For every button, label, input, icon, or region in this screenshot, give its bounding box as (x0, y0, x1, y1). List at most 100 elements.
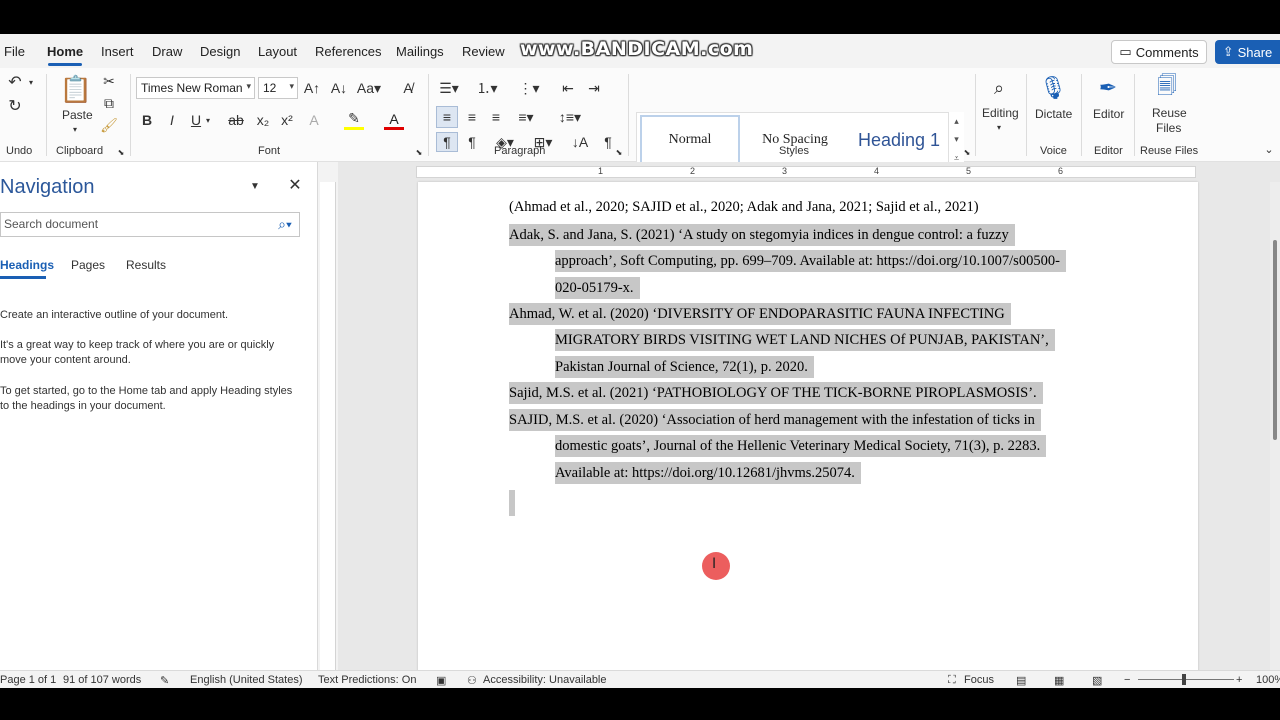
line-spacing-icon[interactable]: ↕≡▾ (554, 106, 586, 128)
close-icon[interactable]: ✕ (286, 176, 304, 194)
dictate-label[interactable]: Dictate (1035, 107, 1072, 121)
cut-icon[interactable]: ✂ (100, 72, 118, 90)
multilevel-list-icon[interactable]: ⋮▾ (514, 78, 544, 98)
grow-font-icon[interactable]: A↑ (303, 78, 321, 98)
zoom-in-icon[interactable]: + (1236, 674, 1242, 686)
align-left-icon[interactable]: ≡ (436, 106, 458, 128)
reuse-label-2[interactable]: Files (1156, 121, 1181, 135)
reference-line[interactable]: Available at: https://doi.org/10.12681/j… (555, 462, 861, 484)
tab-design[interactable]: Design (200, 44, 240, 59)
dialog-launcher-icon[interactable]: ⬊ (116, 147, 126, 157)
undo-icon[interactable]: ↶ (4, 72, 26, 92)
tab-home[interactable]: Home (47, 44, 83, 59)
style-normal[interactable]: Normal (640, 115, 740, 165)
language-status[interactable]: English (United States) (190, 674, 303, 686)
paste-label[interactable]: Paste (62, 108, 93, 122)
redo-icon[interactable]: ↻ (4, 96, 26, 116)
styles-gallery-scroll[interactable]: ▴ ▾ ⩡ (948, 112, 964, 168)
vertical-scrollbar[interactable] (1270, 182, 1280, 672)
reference-line[interactable]: 020-05179-x. (555, 277, 640, 299)
editor-button-label[interactable]: Editor (1093, 107, 1124, 121)
tab-headings[interactable]: Headings (0, 258, 54, 272)
reference-line[interactable]: Adak, S. and Jana, S. (2021) ‘A study on… (509, 224, 1015, 246)
macro-icon[interactable]: ▣ (436, 674, 446, 687)
proofing-icon[interactable]: ✎ (160, 674, 169, 687)
align-right-icon[interactable]: ≡ (486, 106, 506, 128)
reference-line[interactable]: Ahmad, W. et al. (2020) ‘DIVERSITY OF EN… (509, 303, 1011, 325)
web-layout-icon[interactable]: ▧ (1092, 674, 1102, 687)
pane-options-icon[interactable]: ▼ (248, 178, 262, 194)
style-no-spacing[interactable]: No Spacing (745, 115, 845, 165)
format-painter-icon[interactable]: 🖌 (100, 116, 118, 134)
tab-mailings[interactable]: Mailings (396, 44, 444, 59)
decrease-indent-icon[interactable]: ⇤ (558, 78, 578, 98)
reference-line[interactable]: Pakistan Journal of Science, 72(1), p. 2… (555, 356, 814, 378)
comments-button[interactable]: ▭ Comments (1111, 40, 1207, 64)
reference-line[interactable]: MIGRATORY BIRDS VISITING WET LAND NICHES… (555, 329, 1055, 351)
chevron-down-icon[interactable]: ▾ (70, 124, 80, 134)
style-heading-1[interactable]: Heading 1 (849, 115, 949, 165)
clear-formatting-icon[interactable]: A̸ (398, 78, 418, 98)
tab-file[interactable]: File (4, 44, 25, 59)
strikethrough-icon[interactable]: ab (226, 110, 246, 130)
tab-layout[interactable]: Layout (258, 44, 297, 59)
editing-label[interactable]: Editing (982, 106, 1019, 120)
tab-results[interactable]: Results (126, 258, 166, 272)
clipboard-icon[interactable]: 📋 (60, 72, 92, 106)
accessibility-icon[interactable]: ⚇ (467, 674, 477, 687)
read-mode-icon[interactable]: ▤ (1016, 674, 1026, 687)
microphone-icon[interactable]: 🎙 (1039, 72, 1067, 104)
reference-line[interactable]: approach’, Soft Computing, pp. 699–709. … (555, 250, 1066, 272)
zoom-slider-thumb[interactable] (1182, 674, 1186, 685)
font-size-combo[interactable]: 12 ▾ (258, 77, 298, 99)
text-predictions-status[interactable]: Text Predictions: On (318, 674, 416, 686)
reference-line[interactable]: SAJID, M.S. et al. (2020) ‘Association o… (509, 409, 1041, 431)
citation-line[interactable]: (Ahmad et al., 2020; SAJID et al., 2020;… (509, 196, 985, 218)
share-button[interactable]: ⇪ Share (1215, 40, 1280, 64)
zoom-level[interactable]: 100% (1256, 674, 1280, 686)
chevron-down-icon[interactable]: ▾ (26, 74, 36, 90)
dialog-launcher-icon[interactable]: ⬊ (414, 147, 424, 157)
dialog-launcher-icon[interactable]: ⬊ (614, 147, 624, 157)
editor-pen-icon[interactable]: ✒ (1094, 72, 1122, 104)
font-color-icon[interactable]: A (384, 110, 404, 130)
vertical-ruler[interactable] (320, 182, 336, 672)
search-document-input[interactable]: Search document ⌕▾ (0, 212, 300, 237)
reference-line[interactable]: domestic goats’, Journal of the Hellenic… (555, 435, 1047, 457)
zoom-slider[interactable] (1138, 679, 1234, 680)
italic-icon[interactable]: I (164, 110, 180, 130)
align-center-icon[interactable]: ≡ (462, 106, 482, 128)
tab-references[interactable]: References (315, 44, 381, 59)
chevron-down-icon[interactable]: ▾ (994, 122, 1004, 132)
underline-icon[interactable]: U (188, 110, 204, 130)
word-count[interactable]: 91 of 107 words (63, 674, 141, 686)
bullets-icon[interactable]: ☰▾ (436, 78, 462, 98)
scroll-thumb[interactable] (1273, 240, 1277, 440)
subscript-icon[interactable]: x₂ (254, 110, 272, 130)
tab-insert[interactable]: Insert (101, 44, 134, 59)
accessibility-status[interactable]: Accessibility: Unavailable (483, 674, 607, 686)
reuse-files-icon[interactable]: 🗐 (1152, 72, 1182, 104)
reuse-label-1[interactable]: Reuse (1152, 106, 1187, 120)
tab-review[interactable]: Review (462, 44, 505, 59)
empty-paragraph-selection[interactable] (509, 490, 515, 516)
superscript-icon[interactable]: x² (278, 110, 296, 130)
sort-icon[interactable]: ↓A (570, 132, 590, 152)
tab-draw[interactable]: Draw (152, 44, 182, 59)
chevron-down-icon[interactable]: ▾ (954, 134, 959, 145)
collapse-ribbon-icon[interactable]: ⌄ (1262, 142, 1276, 156)
rtl-icon[interactable]: ¶ (462, 132, 482, 152)
reference-line[interactable]: Sajid, M.S. et al. (2021) ‘PATHOBIOLOGY … (509, 382, 1043, 404)
shrink-font-icon[interactable]: A↓ (330, 78, 348, 98)
bold-icon[interactable]: B (139, 110, 155, 130)
highlight-icon[interactable]: ✎ (344, 110, 364, 130)
font-name-combo[interactable]: Times New Roman ▾ (136, 77, 255, 99)
numbering-icon[interactable]: ⒈▾ (472, 78, 502, 98)
tab-pages[interactable]: Pages (71, 258, 105, 272)
document-page[interactable]: (Ahmad et al., 2020; SAJID et al., 2020;… (418, 182, 1198, 672)
justify-icon[interactable]: ≡▾ (510, 106, 542, 128)
zoom-out-icon[interactable]: − (1124, 674, 1130, 686)
change-case-icon[interactable]: Aa▾ (356, 78, 382, 98)
ltr-icon[interactable]: ¶ (436, 132, 458, 152)
page-count[interactable]: Page 1 of 1 (0, 674, 56, 686)
